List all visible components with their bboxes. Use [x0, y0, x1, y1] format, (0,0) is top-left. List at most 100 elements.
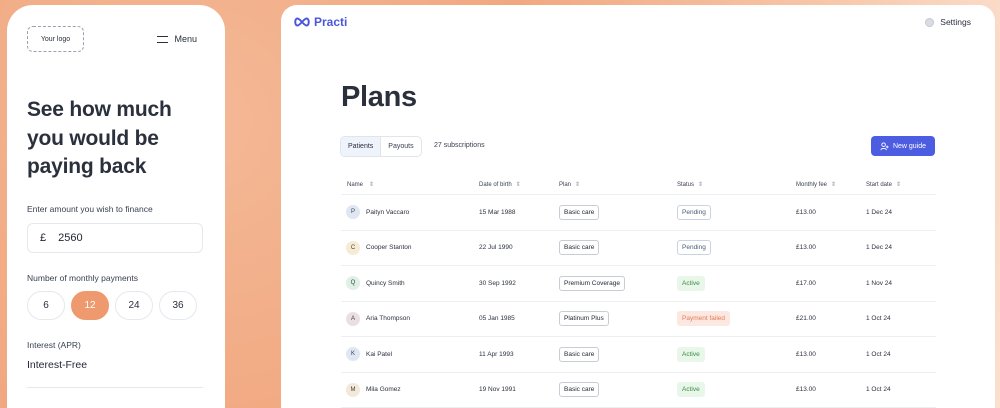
sort-icon: ⇕: [896, 182, 902, 188]
sort-icon: ⇕: [515, 182, 521, 188]
avatar: C: [346, 240, 360, 255]
plan-tag: Platinum Plus: [559, 311, 609, 327]
cell-start: 1 Dec 24: [866, 244, 893, 252]
cell-name: M Mila Gomez: [341, 382, 479, 397]
patient-name: Mila Gomez: [366, 386, 401, 394]
currency-symbol: £: [40, 231, 47, 244]
phone-header: Your logo Menu: [27, 5, 205, 71]
cell-status: Pending: [677, 240, 796, 256]
cell-fee: £21.00: [796, 315, 816, 323]
status-badge: Payment failed: [677, 311, 730, 327]
settings-button[interactable]: Settings: [925, 17, 971, 27]
plans-table: Name ⇕ Date of birth ⇕ Plan ⇕ Status ⇕ Month…: [341, 175, 936, 408]
settings-icon: [925, 17, 935, 27]
status-badge: Active: [677, 382, 705, 398]
column-plan[interactable]: Plan ⇕: [559, 181, 677, 189]
table-body: P Paityn Vaccaro 15 Mar 1988 Basic care Pend…: [341, 195, 936, 408]
hamburger-icon: [157, 35, 169, 43]
apr-value: Interest-Free: [27, 358, 88, 371]
avatar: M: [346, 382, 360, 397]
cell-start: 1 Nov 24: [866, 279, 893, 287]
cell-dob: 11 Apr 1993: [479, 350, 514, 358]
avatar: A: [346, 311, 360, 326]
amount-value: 2560: [58, 231, 83, 244]
plan-tag: Premium Coverage: [559, 275, 625, 291]
payment-option-12[interactable]: 12: [71, 290, 109, 320]
cell-name: C Cooper Stanton: [341, 240, 479, 255]
status-badge: Pending: [677, 240, 711, 256]
amount-label: Enter amount you wish to finance: [27, 203, 153, 214]
payment-option-6[interactable]: 6: [27, 290, 65, 320]
cell-dob: 22 Jul 1990: [479, 244, 513, 252]
cell-name: A Aria Thompson: [341, 311, 479, 326]
calculator-headline: See how much you would be paying back: [27, 96, 205, 182]
add-user-icon: [880, 141, 889, 150]
tab-payouts[interactable]: Payouts: [381, 137, 420, 156]
cell-plan: Platinum Plus: [559, 311, 677, 327]
cell-fee: £13.00: [796, 244, 816, 252]
headline-line: paying back: [27, 155, 147, 178]
tab-patients[interactable]: Patients: [341, 137, 382, 156]
cell-plan: Basic care: [559, 204, 677, 220]
cell-status: Pending: [677, 204, 796, 220]
table-row[interactable]: K Kai Patel 11 Apr 1993 Basic care Active £13…: [341, 337, 936, 373]
patient-name: Cooper Stanton: [366, 244, 412, 252]
cell-plan: Basic care: [559, 382, 677, 398]
new-guide-label: New guide: [892, 142, 927, 150]
column-fee[interactable]: Monthly fee ⇕: [796, 181, 866, 189]
amount-input[interactable]: £ 2560: [27, 222, 203, 253]
cell-start: 1 Dec 24: [866, 208, 893, 216]
patient-name: Quincy Smith: [366, 279, 405, 287]
logo-placeholder[interactable]: Your logo: [27, 26, 84, 52]
plan-tag: Basic care: [559, 346, 600, 362]
plan-tag: Basic care: [559, 382, 600, 398]
menu-button[interactable]: Menu: [157, 34, 197, 44]
headline-line: you would be: [27, 126, 159, 150]
settings-label: Settings: [940, 17, 971, 27]
table-row[interactable]: M Mila Gomez 19 Nov 1991 Basic care Active £1…: [341, 373, 936, 408]
new-guide-button[interactable]: New guide: [871, 136, 935, 156]
plan-tag: Basic care: [559, 240, 600, 256]
table-row[interactable]: P Paityn Vaccaro 15 Mar 1988 Basic care Pend…: [341, 195, 936, 231]
cell-dob: 19 Nov 1991: [479, 386, 516, 394]
cell-plan: Basic care: [559, 346, 677, 362]
plan-tag: Basic care: [559, 204, 600, 220]
cell-status: Active: [677, 382, 796, 398]
status-badge: Pending: [677, 204, 711, 220]
cell-start: 1 Oct 24: [866, 386, 891, 394]
cell-fee: £13.00: [796, 386, 816, 394]
avatar: Q: [346, 276, 360, 291]
cell-fee: £13.00: [796, 350, 816, 358]
column-status[interactable]: Status ⇕: [677, 181, 796, 189]
payment-option-24[interactable]: 24: [115, 290, 153, 320]
cell-plan: Premium Coverage: [559, 275, 677, 291]
table-row[interactable]: Q Quincy Smith 30 Sep 1992 Premium Coverage…: [341, 266, 936, 302]
sort-icon: ⇕: [698, 182, 704, 188]
column-label: Date of birth: [479, 181, 512, 188]
table-header: Name ⇕ Date of birth ⇕ Plan ⇕ Status ⇕ Month…: [341, 175, 936, 195]
avatar: K: [346, 347, 360, 362]
status-badge: Active: [677, 275, 705, 291]
table-row[interactable]: A Aria Thompson 05 Jan 1985 Platinum Plus Pa…: [341, 302, 936, 337]
payment-options: 6 12 24 36: [27, 290, 205, 320]
table-row[interactable]: C Cooper Stanton 22 Jul 1990 Basic care Pend…: [341, 231, 936, 266]
headline-line: See how much: [27, 98, 172, 121]
cell-dob: 15 Mar 1988: [479, 208, 516, 216]
cell-fee: £13.00: [796, 208, 816, 216]
column-dob[interactable]: Date of birth ⇕: [479, 181, 559, 189]
plans-dashboard: Practi Settings Plans Patients Payouts 2…: [281, 5, 995, 408]
cell-dob: 05 Jan 1985: [479, 315, 515, 323]
column-start[interactable]: Start date ⇕: [866, 181, 936, 189]
cell-name: P Paityn Vaccaro: [341, 205, 479, 220]
brand-logo[interactable]: Practi: [293, 15, 347, 29]
sort-icon: ⇕: [369, 182, 375, 188]
view-tabs: Patients Payouts: [340, 136, 422, 157]
column-name[interactable]: Name ⇕: [341, 181, 479, 189]
cell-start: 1 Oct 24: [866, 315, 891, 323]
payment-option-36[interactable]: 36: [159, 290, 197, 320]
menu-label: Menu: [174, 34, 197, 44]
apr-label: Interest (APR): [27, 339, 81, 350]
patient-name: Kai Patel: [366, 350, 393, 358]
patient-name: Paityn Vaccaro: [366, 208, 410, 216]
cell-start: 1 Oct 24: [866, 350, 891, 358]
